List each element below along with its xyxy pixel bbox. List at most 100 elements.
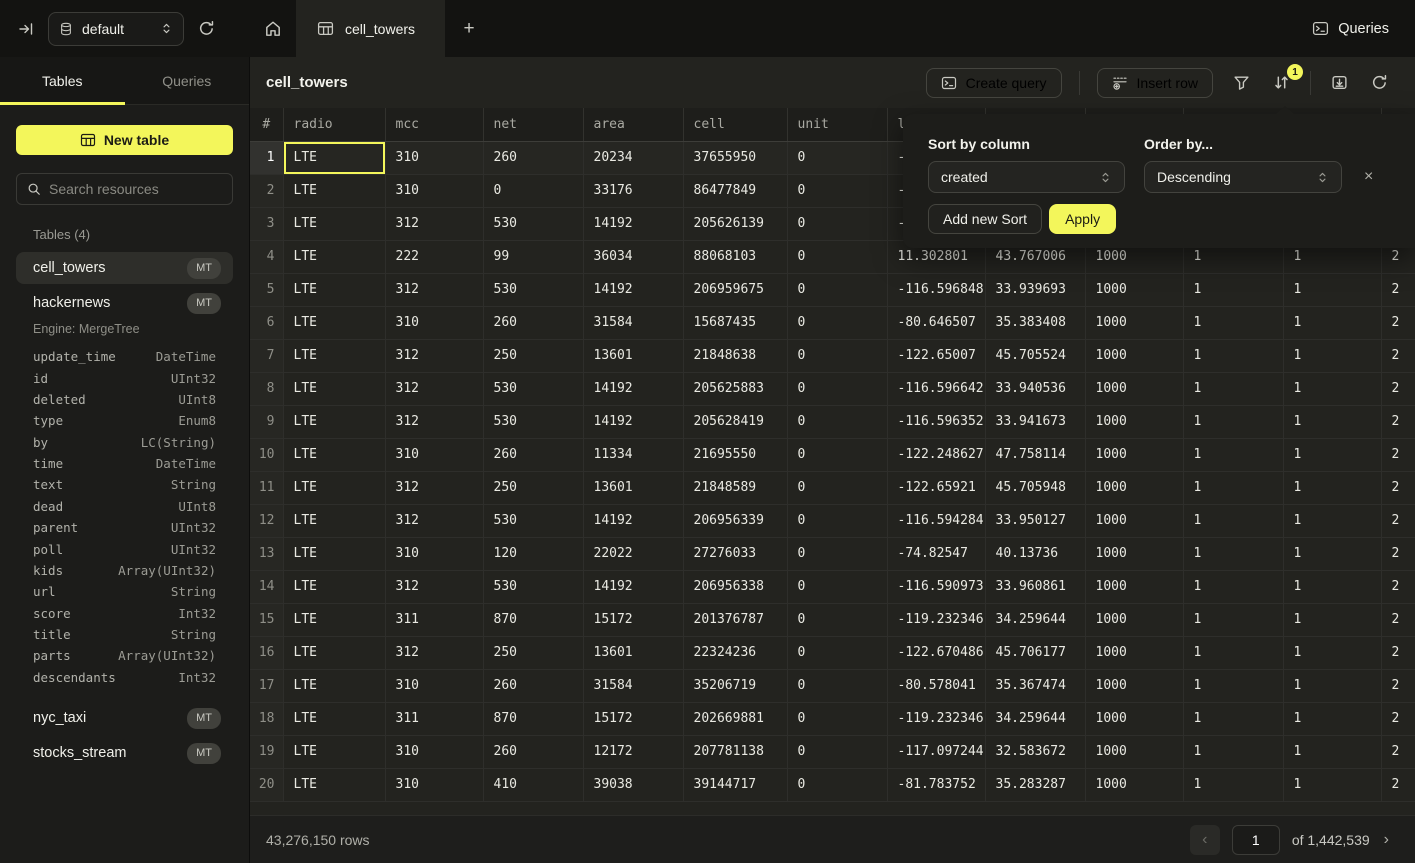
grid-cell[interactable]: 0 [787,207,887,240]
grid-cell[interactable]: 1 [1183,603,1283,636]
grid-cell[interactable]: 33.941673 [985,405,1085,438]
grid-cell[interactable]: -116.590973 [887,570,985,603]
grid-cell[interactable]: 34.259644 [985,603,1085,636]
grid-cell[interactable]: 35.383408 [985,306,1085,339]
grid-cell[interactable]: 1 [1283,768,1381,801]
refresh-icon[interactable] [198,20,215,37]
grid-cell[interactable]: 310 [385,537,483,570]
grid-cell[interactable]: 260 [483,306,583,339]
grid-cell[interactable]: 260 [483,735,583,768]
grid-cell[interactable]: 35.283287 [985,768,1085,801]
grid-cell[interactable]: -122.670486 [887,636,985,669]
grid-cell[interactable]: 1000 [1085,735,1183,768]
grid-cell[interactable]: 13601 [583,471,683,504]
grid-cell[interactable]: 1 [1283,405,1381,438]
grid-cell[interactable]: 20234 [583,141,683,174]
grid-cell[interactable]: 2 [1381,372,1415,405]
grid-cell[interactable]: LTE [283,570,385,603]
grid-cell[interactable]: LTE [283,141,385,174]
grid-cell[interactable]: 14192 [583,504,683,537]
grid-cell[interactable]: 40.13736 [985,537,1085,570]
grid-cell[interactable]: 530 [483,570,583,603]
grid-cell[interactable]: 870 [483,603,583,636]
grid-cell[interactable]: 0 [787,372,887,405]
home-button[interactable] [250,0,296,57]
grid-cell[interactable]: 1 [1283,702,1381,735]
grid-cell[interactable]: 530 [483,273,583,306]
grid-cell[interactable]: 310 [385,768,483,801]
row-number[interactable]: 15 [250,603,283,636]
grid-cell[interactable]: 1 [1183,768,1283,801]
grid-cell[interactable]: 2 [1381,669,1415,702]
row-number[interactable]: 13 [250,537,283,570]
grid-cell[interactable]: 34.259644 [985,702,1085,735]
grid-cell[interactable]: 13601 [583,339,683,372]
grid-cell[interactable]: 0 [787,273,887,306]
grid-cell[interactable]: 1000 [1085,471,1183,504]
grid-cell[interactable]: 250 [483,339,583,372]
grid-cell[interactable]: LTE [283,504,385,537]
grid-cell[interactable]: 1 [1283,273,1381,306]
grid-cell[interactable]: 2 [1381,405,1415,438]
grid-cell[interactable]: 45.705524 [985,339,1085,372]
grid-cell[interactable]: 201376787 [683,603,787,636]
grid-cell[interactable]: 530 [483,207,583,240]
row-number[interactable]: 2 [250,174,283,207]
sort-order-select[interactable]: Descending [1144,161,1342,193]
grid-cell[interactable]: 1 [1283,570,1381,603]
grid-cell[interactable]: 1 [1183,702,1283,735]
grid-cell[interactable]: 31584 [583,306,683,339]
grid-cell[interactable]: 0 [787,306,887,339]
grid-cell[interactable]: 2 [1381,273,1415,306]
row-number[interactable]: 12 [250,504,283,537]
grid-cell[interactable]: 1 [1183,339,1283,372]
grid-cell[interactable]: 1 [1283,603,1381,636]
grid-cell[interactable]: 0 [787,174,887,207]
grid-cell[interactable]: 99 [483,240,583,273]
grid-cell[interactable]: 31584 [583,669,683,702]
row-number[interactable]: 16 [250,636,283,669]
grid-cell[interactable]: 410 [483,768,583,801]
database-selector[interactable]: default [48,12,184,46]
grid-cell[interactable]: 45.705948 [985,471,1085,504]
remove-sort-button[interactable]: × [1364,169,1373,185]
grid-cell[interactable]: 33.960861 [985,570,1085,603]
grid-cell[interactable]: 312 [385,405,483,438]
row-number[interactable]: 8 [250,372,283,405]
grid-cell[interactable]: 206956338 [683,570,787,603]
grid-cell[interactable]: 0 [787,603,887,636]
grid-cell[interactable]: 1000 [1085,438,1183,471]
row-number[interactable]: 11 [250,471,283,504]
grid-cell[interactable]: 35.367474 [985,669,1085,702]
row-number[interactable]: 1 [250,141,283,174]
grid-cell[interactable]: 310 [385,669,483,702]
grid-cell[interactable]: 33.950127 [985,504,1085,537]
grid-cell[interactable]: 15172 [583,603,683,636]
grid-cell[interactable]: 1 [1183,438,1283,471]
grid-cell[interactable]: 15687435 [683,306,787,339]
grid-cell[interactable]: -80.578041 [887,669,985,702]
grid-cell[interactable]: 14192 [583,273,683,306]
sidebar-collapse-icon[interactable] [18,21,34,37]
sidebar-tab-queries[interactable]: Queries [125,57,250,104]
row-number[interactable]: 9 [250,405,283,438]
grid-cell[interactable]: 0 [787,636,887,669]
grid-cell[interactable]: 11334 [583,438,683,471]
grid-cell[interactable]: 206956339 [683,504,787,537]
grid-cell[interactable]: 260 [483,669,583,702]
grid-cell[interactable]: 2 [1381,306,1415,339]
grid-cell[interactable]: 2 [1381,735,1415,768]
grid-cell[interactable]: -122.65921 [887,471,985,504]
grid-cell[interactable]: 1 [1183,636,1283,669]
column-header[interactable]: cell [683,108,787,141]
grid-cell[interactable]: -122.65007 [887,339,985,372]
column-header[interactable]: net [483,108,583,141]
grid-cell[interactable]: -116.594284 [887,504,985,537]
grid-cell[interactable]: LTE [283,735,385,768]
grid-cell[interactable]: 14192 [583,405,683,438]
grid-cell[interactable]: 1000 [1085,372,1183,405]
grid-cell[interactable]: 35206719 [683,669,787,702]
grid-cell[interactable]: LTE [283,207,385,240]
grid-cell[interactable]: 1000 [1085,504,1183,537]
grid-cell[interactable]: 2 [1381,768,1415,801]
